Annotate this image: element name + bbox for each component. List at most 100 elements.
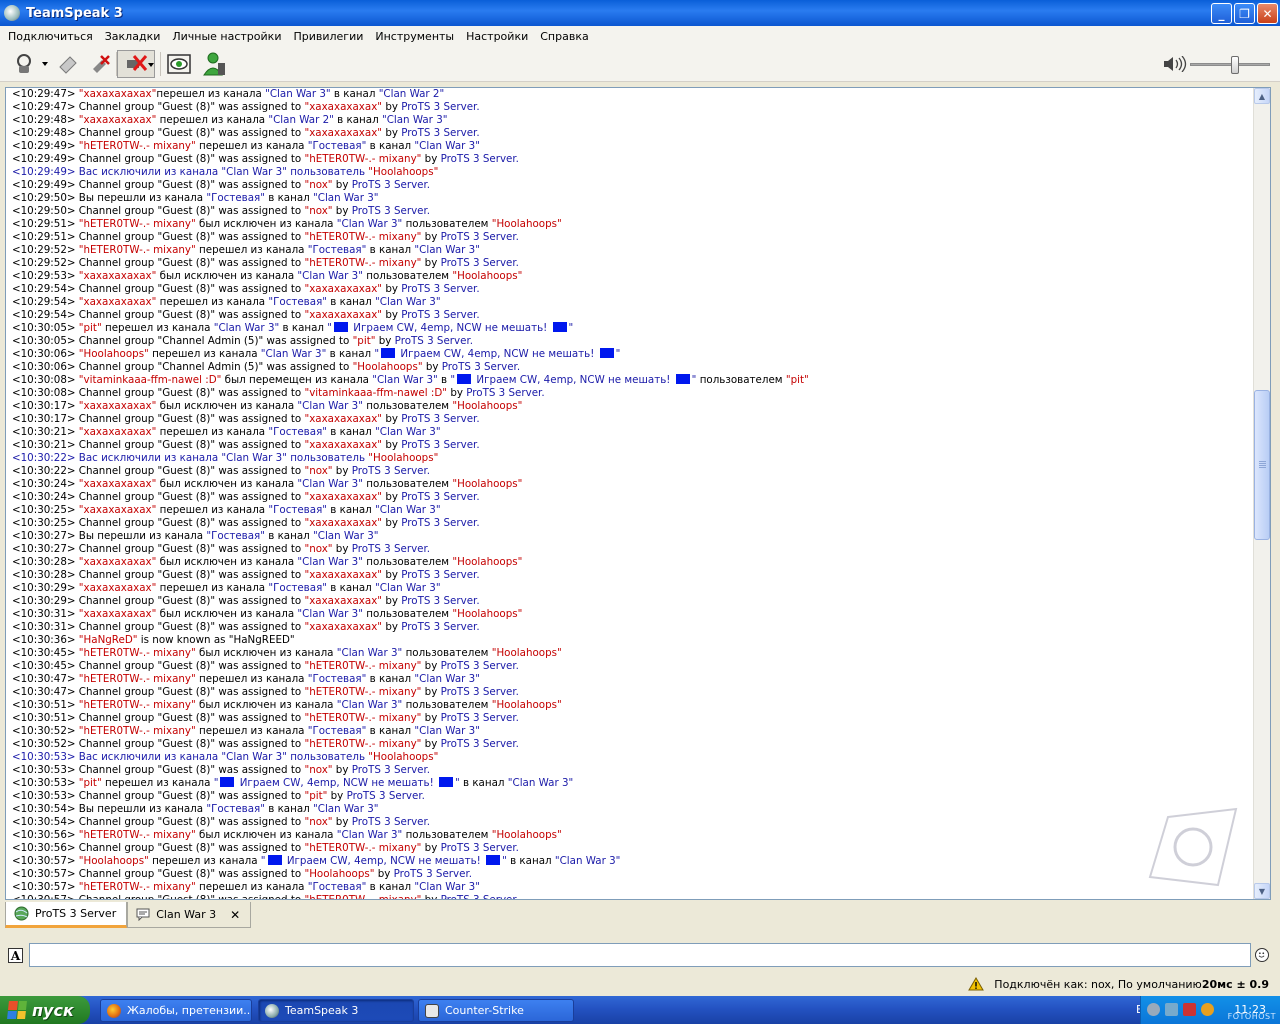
- tray-back-icon[interactable]: [1147, 1003, 1160, 1016]
- log-nickname[interactable]: "xaxaxaxaxax": [79, 88, 157, 100]
- log-nickname[interactable]: "Hoolahoops": [492, 699, 562, 711]
- connect-dropdown-arrow-icon[interactable]: [42, 62, 48, 66]
- log-nickname[interactable]: "hETER0TW-.- mixany": [304, 738, 421, 750]
- log-nickname[interactable]: "hETER0TW-.- mixany": [79, 647, 196, 659]
- bookmark-button[interactable]: [54, 50, 82, 78]
- log-nickname[interactable]: "Hoolahoops": [353, 361, 423, 373]
- log-nickname[interactable]: "nox": [304, 816, 332, 828]
- log-nickname[interactable]: "hETER0TW-.- mixany": [304, 153, 421, 165]
- menu-connect[interactable]: Подключиться: [2, 30, 99, 43]
- log-nickname[interactable]: "xaxaxaxaxax": [79, 426, 157, 438]
- mute-microphone-button[interactable]: [117, 50, 155, 78]
- view-button[interactable]: [165, 50, 193, 78]
- log-nickname[interactable]: "pit": [786, 374, 809, 386]
- log-nickname[interactable]: "hETER0TW-.- mixany": [304, 660, 421, 672]
- log-nickname[interactable]: "Hoolahoops": [492, 829, 562, 841]
- log-nickname[interactable]: "xaxaxaxaxax": [304, 621, 382, 633]
- log-nickname[interactable]: "vitaminkaaa-ffm-nawel :D": [79, 374, 222, 386]
- log-nickname[interactable]: "xaxaxaxaxax": [79, 504, 157, 516]
- menu-self[interactable]: Личные настройки: [166, 30, 287, 43]
- log-nickname[interactable]: "nox": [304, 179, 332, 191]
- log-nickname[interactable]: "hETER0TW-.- mixany": [304, 257, 421, 269]
- menu-tools[interactable]: Инструменты: [369, 30, 460, 43]
- log-nickname[interactable]: "hETER0TW-.- mixany": [304, 842, 421, 854]
- log-nickname[interactable]: "pit": [353, 335, 376, 347]
- log-nickname[interactable]: "xaxaxaxaxax": [304, 517, 382, 529]
- warning-icon[interactable]: [968, 977, 985, 991]
- log-nickname[interactable]: "hETER0TW-.- mixany": [304, 712, 421, 724]
- log-nickname[interactable]: "HaNgReD": [79, 634, 138, 646]
- chat-message-input[interactable]: [29, 943, 1251, 967]
- log-nickname[interactable]: "Hoolahoops": [452, 556, 522, 568]
- log-nickname[interactable]: "hETER0TW-.- mixany": [79, 699, 196, 711]
- log-nickname[interactable]: "vitaminkaaa-ffm-nawel :D": [304, 387, 447, 399]
- mute-dropdown-arrow-icon[interactable]: [148, 63, 154, 67]
- menu-bookmarks[interactable]: Закладки: [99, 30, 167, 43]
- log-nickname[interactable]: "hETER0TW-.- mixany": [79, 725, 196, 737]
- log-nickname[interactable]: "pit": [304, 790, 327, 802]
- task-teamspeak[interactable]: TeamSpeak 3: [258, 999, 414, 1022]
- menu-settings[interactable]: Настройки: [460, 30, 534, 43]
- log-nickname[interactable]: "xaxaxaxaxax": [304, 127, 382, 139]
- log-nickname[interactable]: "nox": [304, 465, 332, 477]
- disconnect-button[interactable]: [86, 50, 114, 78]
- start-button[interactable]: пуск: [0, 996, 90, 1024]
- log-scrollbar[interactable]: ▲ ▼: [1253, 88, 1270, 899]
- log-nickname[interactable]: "xaxaxaxaxax": [79, 296, 157, 308]
- log-nickname[interactable]: "Hoolahoops": [79, 348, 149, 360]
- scroll-up-button[interactable]: ▲: [1254, 88, 1270, 104]
- log-nickname[interactable]: "xaxaxaxaxax": [79, 582, 157, 594]
- scroll-down-button[interactable]: ▼: [1254, 883, 1270, 899]
- log-nickname[interactable]: "xaxaxaxaxax": [79, 270, 157, 282]
- log-nickname[interactable]: "Hoolahoops": [492, 647, 562, 659]
- menu-help[interactable]: Справка: [534, 30, 594, 43]
- volume-slider[interactable]: [1190, 56, 1270, 74]
- log-nickname[interactable]: "nox": [304, 543, 332, 555]
- log-nickname[interactable]: "hETER0TW-.- mixany": [79, 244, 196, 256]
- smiley-icon[interactable]: [1255, 948, 1269, 962]
- log-nickname[interactable]: "hETER0TW-.- mixany": [304, 686, 421, 698]
- log-nickname[interactable]: "xaxaxaxaxax": [79, 608, 157, 620]
- maximize-button[interactable]: ❐: [1234, 3, 1255, 24]
- log-nickname[interactable]: "hETER0TW-.- mixany": [79, 881, 196, 893]
- tab-server[interactable]: ProTS 3 Server: [5, 902, 128, 928]
- log-nickname[interactable]: "hETER0TW-.- mixany": [79, 140, 196, 152]
- tray-network-icon[interactable]: [1165, 1003, 1178, 1016]
- log-nickname[interactable]: "hETER0TW-.- mixany": [79, 218, 196, 230]
- task-counter-strike[interactable]: Counter-Strike: [418, 999, 574, 1022]
- log-nickname[interactable]: "Hoolahoops": [368, 452, 438, 464]
- close-tab-icon[interactable]: ✕: [230, 908, 240, 922]
- log-nickname[interactable]: "xaxaxaxaxax": [304, 309, 382, 321]
- log-nickname[interactable]: "hETER0TW-.- mixany": [304, 231, 421, 243]
- away-button[interactable]: [200, 50, 228, 78]
- log-nickname[interactable]: "Hoolahoops": [452, 270, 522, 282]
- log-nickname[interactable]: "hETER0TW-.- mixany": [79, 673, 196, 685]
- log-nickname[interactable]: "pit": [79, 777, 102, 789]
- log-nickname[interactable]: "xaxaxaxaxax": [304, 439, 382, 451]
- log-nickname[interactable]: "Hoolahoops": [79, 855, 149, 867]
- log-nickname[interactable]: "xaxaxaxaxax": [304, 595, 382, 607]
- log-nickname[interactable]: "xaxaxaxaxax": [79, 478, 157, 490]
- log-nickname[interactable]: "Hoolahoops": [304, 868, 374, 880]
- log-nickname[interactable]: "xaxaxaxaxax": [304, 413, 382, 425]
- log-nickname[interactable]: "Hoolahoops": [368, 751, 438, 763]
- log-nickname[interactable]: "Hoolahoops": [452, 400, 522, 412]
- connect-button[interactable]: [10, 50, 38, 78]
- log-nickname[interactable]: "nox": [304, 764, 332, 776]
- log-nickname[interactable]: "xaxaxaxaxax": [304, 569, 382, 581]
- log-nickname[interactable]: "Hoolahoops": [452, 608, 522, 620]
- log-nickname[interactable]: "xaxaxaxaxax": [79, 114, 157, 126]
- task-firefox[interactable]: Жалобы, претензии...: [100, 999, 252, 1022]
- volume-slider-thumb[interactable]: [1231, 56, 1239, 74]
- close-window-button[interactable]: ✕: [1257, 3, 1278, 24]
- log-nickname[interactable]: "xaxaxaxaxax": [304, 101, 382, 113]
- log-nickname[interactable]: "xaxaxaxaxax": [79, 556, 157, 568]
- log-nickname[interactable]: "Hoolahoops": [368, 166, 438, 178]
- log-nickname[interactable]: "pit": [79, 322, 102, 334]
- log-nickname[interactable]: "hETER0TW-.- mixany": [79, 829, 196, 841]
- menu-permissions[interactable]: Привилегии: [287, 30, 369, 43]
- tray-security-icon[interactable]: [1183, 1003, 1196, 1016]
- log-nickname[interactable]: "Hoolahoops": [452, 478, 522, 490]
- scroll-thumb[interactable]: [1254, 390, 1270, 540]
- log-nickname[interactable]: "Hoolahoops": [492, 218, 562, 230]
